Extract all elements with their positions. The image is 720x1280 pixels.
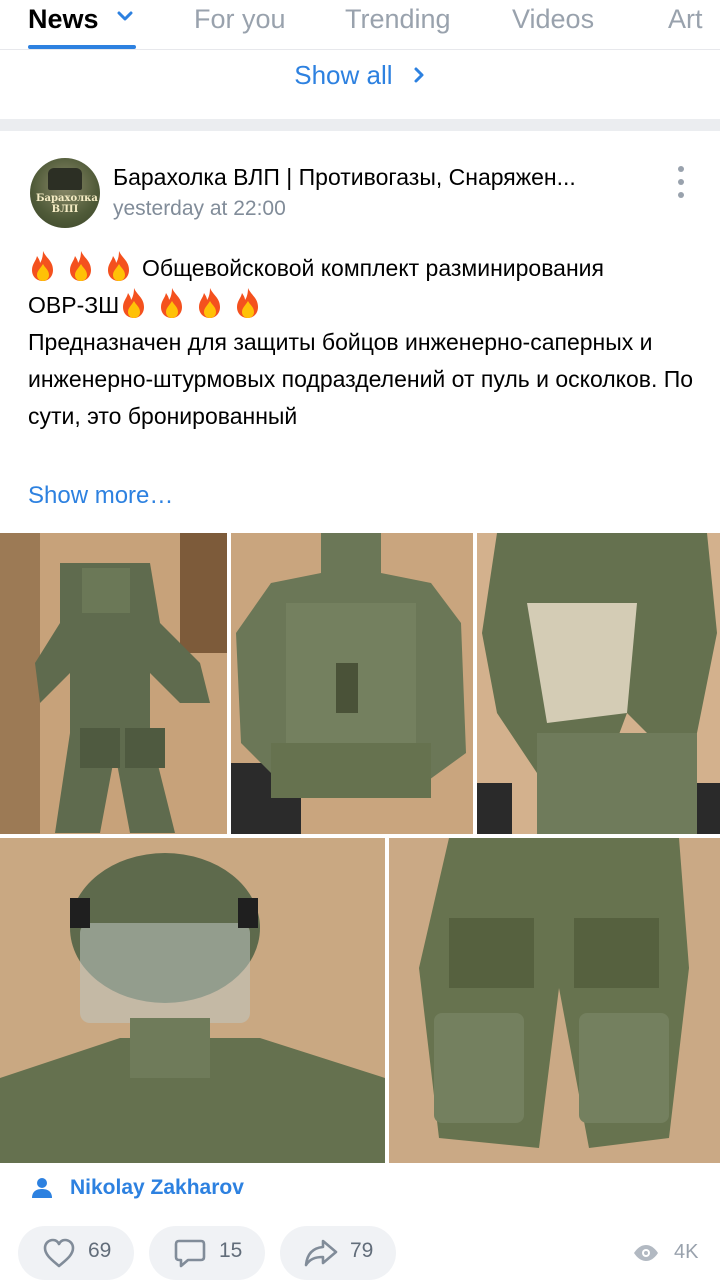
- share-arrow-icon: [304, 1239, 338, 1267]
- fire-emoji-icon: [161, 288, 183, 318]
- post-title-line-1: Общевойсковой комплект разминирования: [28, 250, 698, 287]
- post-photo-2[interactable]: [231, 533, 473, 834]
- fire-emoji-icon: [70, 251, 91, 281]
- post-timestamp: yesterday at 22:00: [113, 197, 286, 220]
- feed-tab-bar: News For you Trending Videos Art: [0, 0, 720, 50]
- heart-icon: [43, 1238, 75, 1268]
- show-more-link[interactable]: Show more…: [28, 482, 173, 510]
- tab-trending[interactable]: Trending: [345, 4, 451, 35]
- post-body-text: Предназначен для защиты бойцов инженерно…: [28, 329, 694, 429]
- share-button[interactable]: 79: [280, 1226, 396, 1280]
- group-name-link[interactable]: Барахолка ВЛП | Противогазы, Снаряжен...: [113, 164, 633, 191]
- more-vertical-icon[interactable]: [668, 164, 694, 200]
- fire-emoji-icon: [199, 288, 221, 318]
- views-count: 4K: [674, 1241, 699, 1263]
- person-icon: [32, 1178, 52, 1198]
- fire-emoji-icon: [237, 288, 259, 318]
- tab-news-label: News: [28, 4, 99, 34]
- like-button[interactable]: 69: [18, 1226, 134, 1280]
- active-tab-indicator: [28, 45, 136, 49]
- news-feed-screen: News For you Trending Videos Art Show al…: [0, 0, 720, 1280]
- post-title-text-2: ОВР-ЗШ: [28, 292, 120, 318]
- comment-icon: [174, 1239, 206, 1268]
- tab-videos[interactable]: Videos: [512, 4, 594, 35]
- comment-button[interactable]: 15: [149, 1226, 265, 1280]
- post-photo-5[interactable]: [389, 838, 720, 1163]
- avatar-gear-picture: [48, 168, 82, 190]
- share-count: 79: [350, 1239, 374, 1262]
- show-all-label: Show all: [294, 60, 393, 90]
- post-photo-1[interactable]: [0, 533, 227, 834]
- fire-emoji-icon: [108, 251, 129, 281]
- post-photo-3[interactable]: [477, 533, 720, 834]
- post-author-link[interactable]: Nikolay Zakharov: [70, 1176, 244, 1200]
- chevron-right-icon: [414, 67, 424, 83]
- fire-emoji-icon: [32, 251, 53, 281]
- show-all-row: Show all: [0, 50, 720, 120]
- tab-for-you[interactable]: For you: [194, 4, 286, 35]
- post-title-line-2: ОВР-ЗШ: [28, 287, 698, 324]
- group-avatar[interactable]: Барахолка ВЛП: [30, 158, 100, 228]
- show-all-button[interactable]: Show all: [0, 60, 720, 91]
- chevron-down-icon[interactable]: [116, 7, 134, 25]
- post-photo-4[interactable]: [0, 838, 385, 1163]
- section-separator: [0, 119, 720, 131]
- eye-icon: [634, 1245, 658, 1261]
- tab-art[interactable]: Art: [668, 4, 703, 35]
- comment-count: 15: [219, 1239, 243, 1262]
- tab-news[interactable]: News: [28, 4, 134, 35]
- like-count: 69: [88, 1239, 112, 1262]
- post-text: Общевойсковой комплект разминирования ОВ…: [28, 250, 698, 435]
- avatar-logo-text: Барахолка ВЛП: [36, 193, 98, 215]
- fire-emoji-icon: [123, 288, 145, 318]
- post-title-text-1: Общевойсковой комплект разминирования: [142, 255, 604, 281]
